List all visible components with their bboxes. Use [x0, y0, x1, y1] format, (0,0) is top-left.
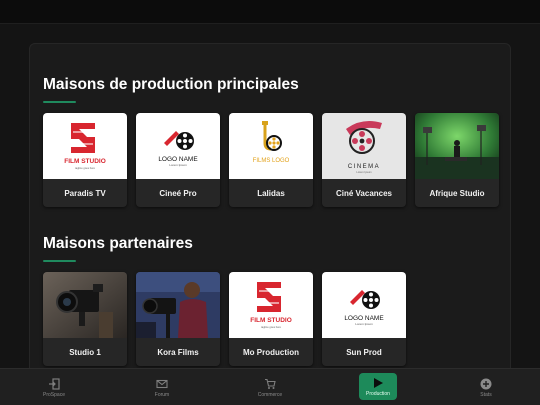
nav-label: Forum	[154, 391, 170, 398]
main-studios-row: FILM STUDIO tagline goes here Paradis TV…	[43, 113, 499, 207]
nav-label: Commerce	[257, 391, 283, 398]
svg-text:LOGO NAME: LOGO NAME	[344, 315, 384, 322]
production-panel: Maisons de production principales FILM S…	[29, 43, 511, 383]
svg-text:tagline goes here: tagline goes here	[75, 166, 95, 170]
video-camera-photo	[43, 272, 127, 338]
nav-label: Production	[366, 390, 390, 397]
card-label: Kora Films	[157, 347, 199, 357]
card-label: Cineé Pro	[159, 188, 197, 198]
nav-label: ProSpace	[43, 391, 65, 398]
card-label: Paradis TV	[64, 188, 106, 198]
nav-production[interactable]: Production	[359, 373, 397, 400]
section-title-partners: Maisons partenaires	[43, 235, 193, 252]
studio-card-mo-production[interactable]: FILM STUDIO tagline goes here Mo Product…	[229, 272, 313, 366]
studio-card-lalidas[interactable]: FILMS LOGO Lalidas	[229, 113, 313, 207]
card-label: Studio 1	[69, 347, 101, 357]
svg-text:tagline goes here: tagline goes here	[261, 325, 281, 329]
studio-card-sun-prod[interactable]: LOGO NAME Lorem Ipsum Sun Prod	[322, 272, 406, 366]
cinema-reel-logo: CINEMA Lorem Ipsum	[322, 113, 406, 179]
nav-forum[interactable]: Forum	[127, 369, 197, 405]
section-underline	[43, 101, 76, 103]
envelope-icon	[156, 379, 168, 388]
green-screen-studio-photo	[415, 113, 499, 179]
card-label: Ciné Vacances	[335, 188, 393, 198]
logo-name-reel: LOGO NAME Lorem Ipsum	[136, 113, 220, 179]
nav-stats[interactable]: Stats	[451, 369, 521, 405]
top-bar	[0, 0, 540, 24]
studio-card-paradis-tv[interactable]: FILM STUDIO tagline goes here Paradis TV	[43, 113, 127, 207]
svg-text:Lorem Ipsum: Lorem Ipsum	[355, 322, 373, 326]
door-enter-icon	[49, 377, 60, 390]
films-logo: FILMS LOGO	[229, 113, 313, 179]
plus-circle-icon	[480, 378, 492, 389]
studio-card-cinee-pro[interactable]: LOGO NAME Lorem Ipsum Cineé Pro	[136, 113, 220, 207]
film-studio-logo: FILM STUDIO tagline goes here	[229, 272, 313, 338]
svg-text:FILM STUDIO: FILM STUDIO	[250, 317, 292, 324]
film-studio-logo: FILM STUDIO tagline goes here	[43, 113, 127, 179]
logo-name-reel: LOGO NAME Lorem Ipsum	[322, 272, 406, 338]
nav-commerce[interactable]: Commerce	[235, 369, 305, 405]
section-underline	[43, 260, 76, 262]
cameraman-photo	[136, 272, 220, 338]
svg-text:FILM STUDIO: FILM STUDIO	[64, 158, 106, 165]
svg-text:Lorem Ipsum: Lorem Ipsum	[169, 163, 187, 167]
card-label: Afrique Studio	[429, 188, 485, 198]
svg-text:FILMS LOGO: FILMS LOGO	[253, 158, 290, 164]
nav-label: Stats	[480, 391, 492, 398]
card-label: Sun Prod	[346, 347, 382, 357]
shopping-cart-icon	[265, 378, 276, 389]
svg-text:Lorem Ipsum: Lorem Ipsum	[356, 170, 371, 174]
studio-card-afrique-studio[interactable]: Afrique Studio	[415, 113, 499, 207]
section-title-main: Maisons de production principales	[43, 76, 299, 93]
svg-text:LOGO NAME: LOGO NAME	[158, 156, 198, 163]
partner-studios-row: Studio 1 Kora Films FILM STUDIO tagline …	[43, 272, 406, 366]
bottom-navigation: ProSpace Forum Commerce Production Stats	[0, 368, 540, 405]
nav-prospace[interactable]: ProSpace	[19, 369, 89, 405]
play-icon	[374, 377, 383, 388]
studio-card-cine-vacances[interactable]: CINEMA Lorem Ipsum Ciné Vacances	[322, 113, 406, 207]
studio-card-studio-1[interactable]: Studio 1	[43, 272, 127, 366]
card-label: Lalidas	[257, 188, 285, 198]
studio-card-kora-films[interactable]: Kora Films	[136, 272, 220, 366]
svg-text:CINEMA: CINEMA	[348, 164, 380, 170]
card-label: Mo Production	[243, 347, 299, 357]
